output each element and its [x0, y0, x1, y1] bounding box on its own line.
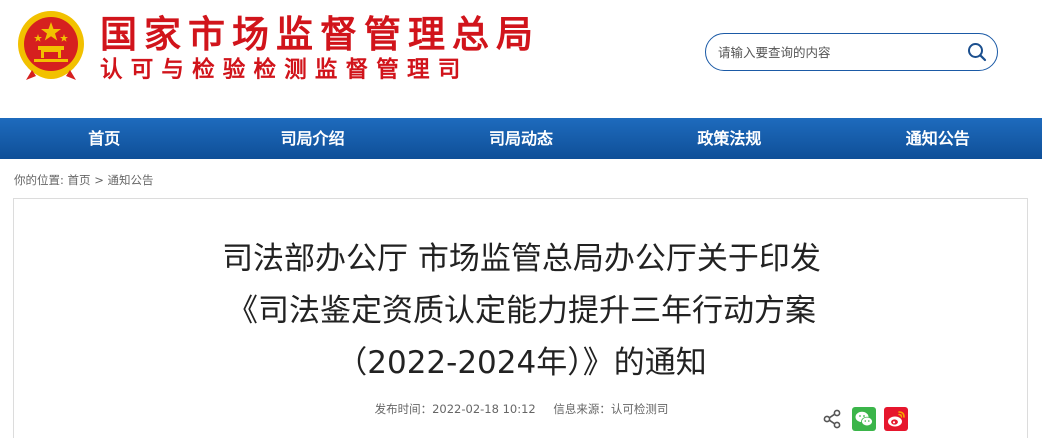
- national-emblem-icon: [18, 11, 84, 80]
- search-icon[interactable]: [967, 42, 987, 62]
- article-title-line: （2022-2024年）》的通知: [336, 345, 707, 381]
- share-icon[interactable]: [820, 407, 844, 431]
- info-source: 信息来源：认可检测司: [553, 402, 669, 416]
- main-nav: 首页 司局介绍 司局动态 政策法规 通知公告: [0, 118, 1042, 159]
- breadcrumb-prefix: 你的位置:: [14, 173, 64, 187]
- search-input[interactable]: [718, 42, 958, 62]
- article-title-line: 《司法鉴定资质认定能力提升三年行动方案: [227, 293, 816, 329]
- breadcrumb-separator: >: [94, 173, 104, 187]
- nav-item-notices[interactable]: 通知公告: [834, 118, 1042, 159]
- article-title-line: 司法部办公厅 市场监管总局办公厅关于印发: [222, 241, 821, 277]
- nav-item-news[interactable]: 司局动态: [417, 118, 625, 159]
- article-title: 司法部办公厅 市场监管总局办公厅关于印发 《司法鉴定资质认定能力提升三年行动方案…: [14, 233, 1029, 389]
- breadcrumb-home[interactable]: 首页: [68, 173, 91, 187]
- publish-time: 发布时间：2022-02-18 10:12: [374, 402, 536, 416]
- share-bar: [820, 407, 916, 431]
- site-title: 国家市场监督管理总局: [100, 13, 540, 56]
- nav-item-home[interactable]: 首页: [0, 118, 208, 159]
- wechat-icon[interactable]: [852, 407, 876, 431]
- breadcrumb-current[interactable]: 通知公告: [107, 173, 153, 187]
- weibo-icon[interactable]: [884, 407, 908, 431]
- nav-item-about[interactable]: 司局介绍: [208, 118, 416, 159]
- search-box: [705, 33, 998, 71]
- article-panel: 司法部办公厅 市场监管总局办公厅关于印发 《司法鉴定资质认定能力提升三年行动方案…: [13, 198, 1028, 438]
- site-header: 国家市场监督管理总局 认可与检验检测监督管理司: [0, 0, 1042, 118]
- breadcrumb: 你的位置: 首页 > 通知公告: [14, 172, 153, 188]
- site-subtitle: 认可与检验检测监督管理司: [100, 57, 469, 83]
- nav-item-policies[interactable]: 政策法规: [625, 118, 833, 159]
